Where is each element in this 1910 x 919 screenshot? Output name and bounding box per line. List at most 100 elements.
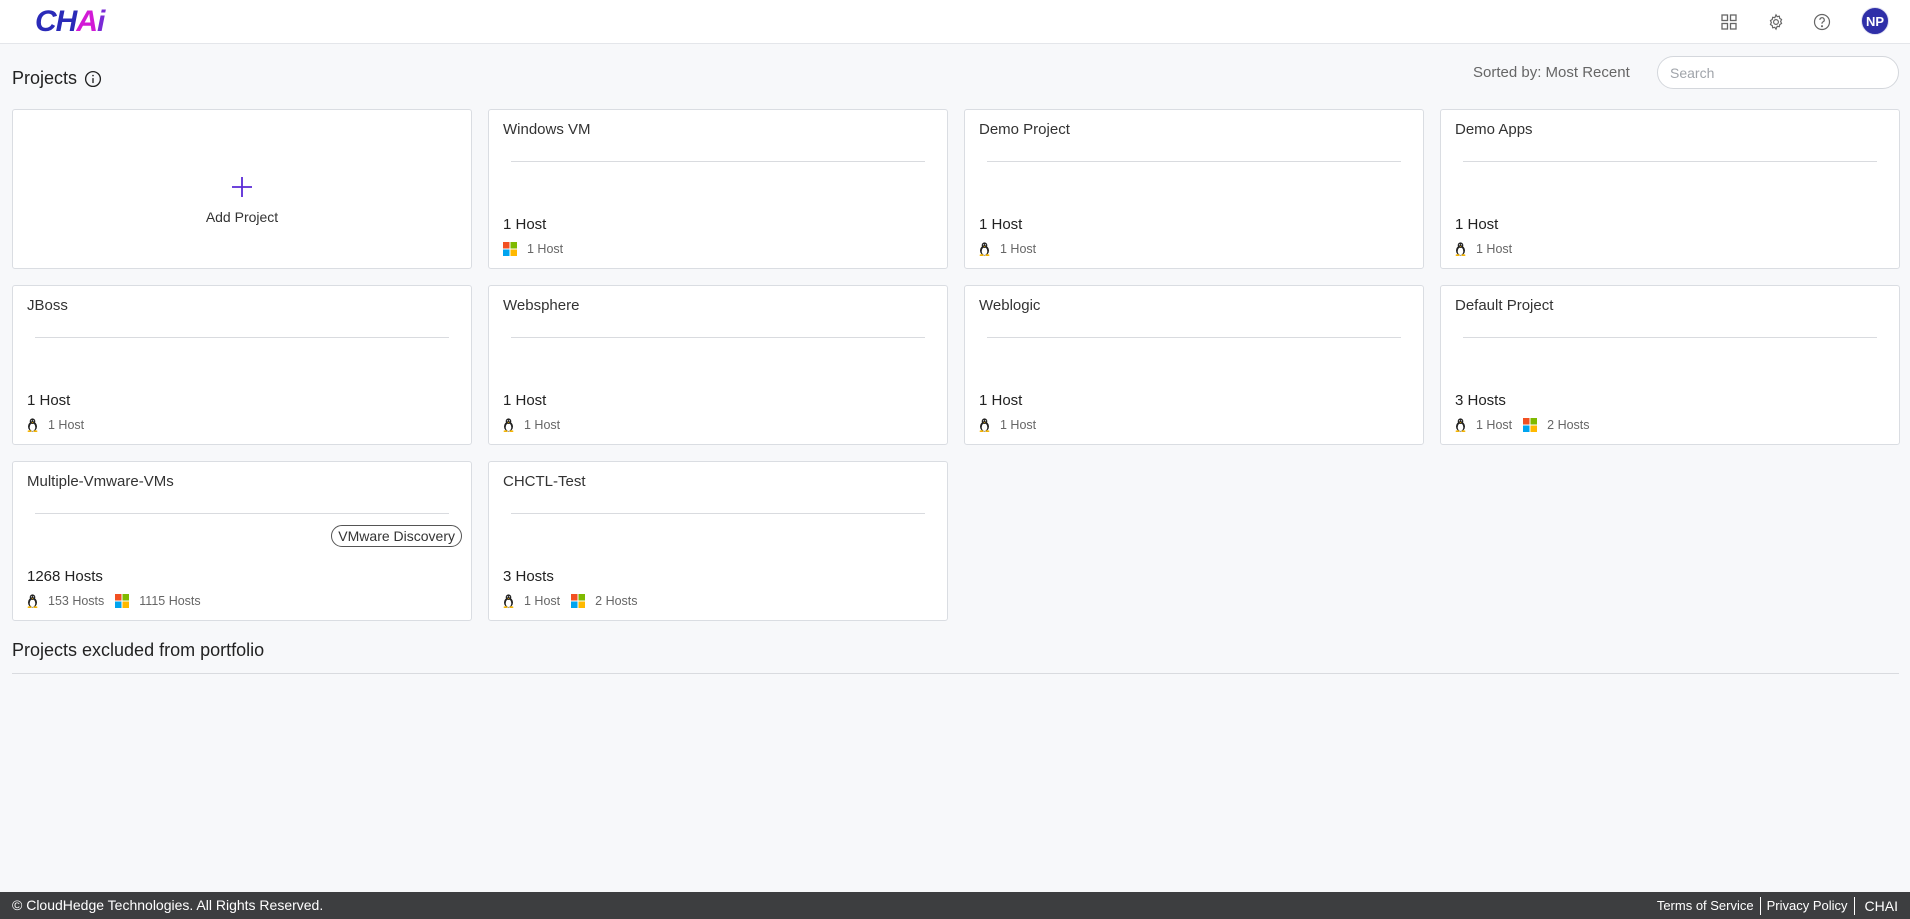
os-breakdown: 1 Host bbox=[503, 418, 571, 432]
os-host-count: 1 Host bbox=[1476, 242, 1513, 256]
vmware-discovery-badge[interactable]: VMware Discovery bbox=[331, 525, 462, 547]
os-host-count: 2 Hosts bbox=[595, 594, 638, 608]
project-card[interactable]: Weblogic 1 Host 1 Host bbox=[964, 285, 1424, 445]
linux-icon bbox=[1455, 242, 1471, 256]
card-divider bbox=[35, 337, 449, 338]
os-host-count: 1 Host bbox=[1000, 418, 1037, 432]
os-breakdown: 1 Host bbox=[27, 418, 95, 432]
linux-icon bbox=[503, 594, 519, 608]
os-item-windows: 2 Hosts bbox=[571, 594, 638, 608]
project-title[interactable]: Multiple-Vmware-VMs bbox=[27, 473, 174, 490]
avatar[interactable]: NP bbox=[1861, 7, 1889, 35]
os-breakdown: 1 Host bbox=[979, 242, 1047, 256]
host-count: 3 Hosts bbox=[1455, 392, 1506, 409]
card-divider bbox=[511, 337, 925, 338]
host-count: 1268 Hosts bbox=[27, 568, 103, 585]
os-host-count: 1 Host bbox=[1000, 242, 1037, 256]
windows-icon bbox=[1523, 418, 1542, 432]
project-card[interactable]: JBoss 1 Host 1 Host bbox=[12, 285, 472, 445]
host-count: 1 Host bbox=[1455, 216, 1499, 233]
linux-icon bbox=[979, 418, 995, 432]
project-title[interactable]: Demo Project bbox=[979, 121, 1070, 138]
project-title[interactable]: CHCTL-Test bbox=[503, 473, 586, 490]
os-item-linux: 153 Hosts bbox=[27, 594, 104, 608]
os-host-count: 1115 Hosts bbox=[139, 594, 201, 608]
sort-selector[interactable]: Sorted by: Most Recent bbox=[1473, 64, 1630, 81]
host-count: 1 Host bbox=[503, 216, 547, 233]
os-breakdown: 1 Host 2 Hosts bbox=[503, 594, 649, 608]
page-title: Projects bbox=[12, 68, 102, 89]
gear-icon[interactable] bbox=[1765, 11, 1787, 33]
os-item-windows: 1 Host bbox=[503, 242, 563, 256]
card-divider bbox=[1463, 161, 1877, 162]
os-item-windows: 1115 Hosts bbox=[115, 594, 201, 608]
linux-icon bbox=[503, 418, 519, 432]
apps-grid-icon[interactable] bbox=[1718, 11, 1740, 33]
linux-icon bbox=[27, 594, 43, 608]
excluded-section-title: Projects excluded from portfolio bbox=[12, 640, 265, 660]
project-card[interactable]: Multiple-Vmware-VMs VMware Discovery 1268 … bbox=[12, 461, 472, 621]
add-project-card[interactable]: Add Project bbox=[12, 109, 472, 269]
top-bar: CHAi NP bbox=[0, 0, 1910, 44]
os-host-count: 1 Host bbox=[527, 242, 564, 256]
project-title[interactable]: Websphere bbox=[503, 297, 579, 314]
project-card[interactable]: Windows VM 1 Host 1 Host bbox=[488, 109, 948, 269]
host-count: 1 Host bbox=[503, 392, 547, 409]
add-project-label: Add Project bbox=[205, 209, 279, 225]
os-breakdown: 153 Hosts 1115 Hosts bbox=[27, 594, 212, 608]
info-icon[interactable] bbox=[84, 70, 102, 88]
card-divider bbox=[35, 513, 449, 514]
terms-of-service-link[interactable]: Terms of Service bbox=[1651, 898, 1760, 913]
card-divider bbox=[987, 161, 1401, 162]
host-count: 1 Host bbox=[979, 392, 1023, 409]
search-input[interactable] bbox=[1657, 56, 1899, 89]
os-host-count: 1 Host bbox=[524, 594, 561, 608]
card-divider bbox=[511, 513, 925, 514]
os-host-count: 1 Host bbox=[1476, 418, 1513, 432]
section-divider bbox=[12, 673, 1899, 674]
os-host-count: 1 Host bbox=[48, 418, 85, 432]
os-item-linux: 1 Host bbox=[979, 242, 1036, 256]
os-breakdown: 1 Host bbox=[503, 242, 574, 256]
os-breakdown: 1 Host bbox=[979, 418, 1047, 432]
help-icon[interactable] bbox=[1811, 11, 1833, 33]
privacy-policy-link[interactable]: Privacy Policy bbox=[1761, 898, 1854, 913]
os-item-linux: 1 Host bbox=[979, 418, 1036, 432]
project-card[interactable]: Demo Project 1 Host 1 Host bbox=[964, 109, 1424, 269]
os-breakdown: 1 Host bbox=[1455, 242, 1523, 256]
project-card[interactable]: Websphere 1 Host 1 Host bbox=[488, 285, 948, 445]
os-item-linux: 1 Host bbox=[1455, 418, 1512, 432]
project-card[interactable]: Demo Apps 1 Host 1 Host bbox=[1440, 109, 1900, 269]
footer-brand: CHAI bbox=[1864, 897, 1898, 914]
linux-icon bbox=[1455, 418, 1471, 432]
windows-icon bbox=[571, 594, 590, 608]
windows-icon bbox=[503, 242, 522, 256]
card-divider bbox=[511, 161, 925, 162]
os-host-count: 1 Host bbox=[524, 418, 561, 432]
footer-links: Terms of Service Privacy Policy CHAI bbox=[1651, 892, 1898, 919]
card-divider bbox=[1463, 337, 1877, 338]
os-host-count: 153 Hosts bbox=[48, 594, 105, 608]
project-title[interactable]: Default Project bbox=[1455, 297, 1553, 314]
os-item-windows: 2 Hosts bbox=[1523, 418, 1590, 432]
linux-icon bbox=[27, 418, 43, 432]
project-card[interactable]: CHCTL-Test 3 Hosts 1 Host 2 Hosts bbox=[488, 461, 948, 621]
linux-icon bbox=[979, 242, 995, 256]
project-title[interactable]: JBoss bbox=[27, 297, 68, 314]
project-title[interactable]: Weblogic bbox=[979, 297, 1040, 314]
os-breakdown: 1 Host 2 Hosts bbox=[1455, 418, 1601, 432]
os-host-count: 2 Hosts bbox=[1547, 418, 1590, 432]
project-title[interactable]: Demo Apps bbox=[1455, 121, 1533, 138]
footer: © CloudHedge Technologies. All Rights Re… bbox=[0, 892, 1910, 919]
host-count: 3 Hosts bbox=[503, 568, 554, 585]
host-count: 1 Host bbox=[27, 392, 71, 409]
logo[interactable]: CHAi bbox=[35, 2, 105, 42]
project-title[interactable]: Windows VM bbox=[503, 121, 591, 138]
windows-icon bbox=[115, 594, 134, 608]
copyright-text: © CloudHedge Technologies. All Rights Re… bbox=[12, 897, 324, 913]
os-item-linux: 1 Host bbox=[27, 418, 84, 432]
os-item-linux: 1 Host bbox=[1455, 242, 1512, 256]
project-card[interactable]: Default Project 3 Hosts 1 Host 2 Hosts bbox=[1440, 285, 1900, 445]
card-divider bbox=[987, 337, 1401, 338]
os-item-linux: 1 Host bbox=[503, 594, 560, 608]
